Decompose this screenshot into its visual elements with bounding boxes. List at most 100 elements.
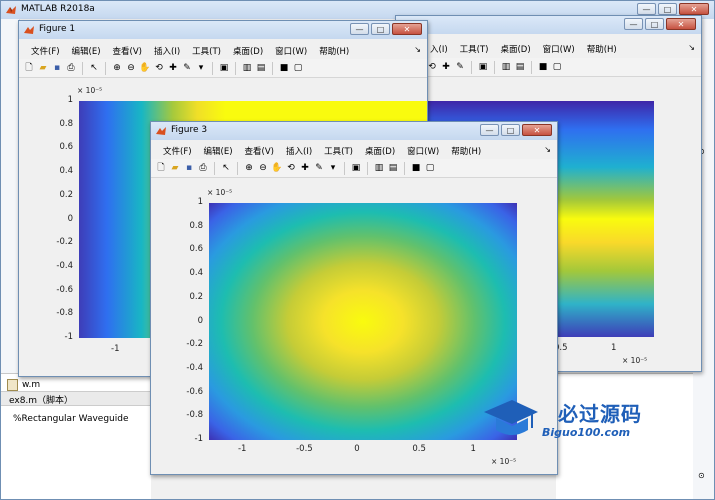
new-figure-icon[interactable]: 🗋: [23, 62, 35, 74]
colorbar-icon[interactable]: ▥: [373, 162, 385, 174]
menu-item[interactable]: 帮助(H): [581, 43, 623, 55]
menu-item[interactable]: 桌面(D): [227, 45, 269, 57]
print-icon[interactable]: ⎙: [197, 162, 209, 174]
new-figure-icon[interactable]: 🗋: [155, 162, 167, 174]
menu-item[interactable]: 插入(I): [148, 45, 186, 57]
menu-item[interactable]: 编辑(E): [198, 145, 239, 157]
fig2-close-button[interactable]: ✕: [666, 18, 696, 30]
menu-item[interactable]: 窗口(W): [537, 43, 581, 55]
link-plot-icon[interactable]: ▣: [477, 61, 489, 73]
script-label-bar: ex8.m（脚本）: [1, 391, 151, 406]
colorbar-icon[interactable]: ▥: [500, 61, 512, 73]
menu-item[interactable]: 文件(F): [25, 45, 66, 57]
link-plot-icon[interactable]: ▣: [350, 162, 362, 174]
data-cursor-icon[interactable]: ✚: [440, 61, 452, 73]
fig1-maximize-button[interactable]: □: [371, 23, 390, 35]
menu-item[interactable]: 工具(T): [454, 43, 495, 55]
maximize-button[interactable]: □: [658, 3, 677, 15]
close-button[interactable]: ✕: [679, 3, 709, 15]
hide-tools-icon[interactable]: ■: [410, 162, 422, 174]
menu-item[interactable]: 工具(T): [318, 145, 359, 157]
print-icon[interactable]: ⎙: [65, 62, 77, 74]
menu-item[interactable]: 帮助(H): [445, 145, 487, 157]
data-cursor-icon[interactable]: ✚: [167, 62, 179, 74]
rotate-icon[interactable]: ⟲: [285, 162, 297, 174]
menubar-pin-icon[interactable]: ↘: [544, 145, 551, 154]
ytick-label: 0.2: [189, 291, 203, 302]
fig3-minimize-button[interactable]: —: [480, 124, 499, 136]
figure3-menubar: 文件(F) 编辑(E) 查看(V) 插入(I) 工具(T) 桌面(D) 窗口(W) 帮助(H)…: [151, 143, 557, 158]
fig1-close-button[interactable]: ✕: [392, 23, 422, 35]
show-tools-icon[interactable]: ▢: [551, 61, 563, 73]
editor-file-name: w.m: [22, 380, 41, 390]
save-icon[interactable]: ▪: [51, 62, 63, 74]
menu-item[interactable]: 插入(I): [280, 145, 318, 157]
save-icon[interactable]: ▪: [183, 162, 195, 174]
ytick-label: 1: [67, 95, 73, 105]
brush-dropdown-icon[interactable]: ▾: [195, 62, 207, 74]
zoom-out-icon[interactable]: ⊖: [125, 62, 137, 74]
show-tools-icon[interactable]: ▢: [292, 62, 304, 74]
select-arrow-icon[interactable]: ↖: [220, 162, 232, 174]
figure1-toolbar: 🗋 ▰ ▪ ⎙ ↖ ⊕ ⊖ ✋ ⟲ ✚ ✎ ▾ ▣ ▥ ▤ ■ ▢: [19, 59, 427, 78]
figure3-logo-icon: [156, 127, 166, 135]
minimize-button[interactable]: —: [637, 3, 656, 15]
zoom-in-icon[interactable]: ⊕: [111, 62, 123, 74]
legend-icon[interactable]: ▤: [255, 62, 267, 74]
ytick-label: -0.2: [56, 237, 73, 248]
figure1-logo-icon: [24, 26, 34, 34]
open-icon[interactable]: ▰: [169, 162, 181, 174]
brush-dropdown-icon[interactable]: ▾: [327, 162, 339, 174]
zoom-out-icon[interactable]: ⊖: [257, 162, 269, 174]
fig3-maximize-button[interactable]: □: [501, 124, 520, 136]
menu-item[interactable]: 编辑(E): [66, 45, 107, 57]
menu-item[interactable]: 工具(T): [186, 45, 227, 57]
ytick-label: 0.6: [189, 244, 203, 255]
xtick-label: 1: [470, 444, 476, 454]
editor-panel: w.m ex8.m（脚本） %Rectangular Waveguide: [1, 373, 151, 499]
watermark-brand: 必过源码: [558, 402, 642, 426]
menu-item[interactable]: 桌面(D): [359, 145, 401, 157]
menu-item[interactable]: 窗口(W): [401, 145, 445, 157]
ytick-label: 0.4: [189, 268, 203, 279]
select-arrow-icon[interactable]: ↖: [88, 62, 100, 74]
hide-tools-icon[interactable]: ■: [537, 61, 549, 73]
brush-icon[interactable]: ✎: [313, 162, 325, 174]
menu-item[interactable]: 查看(V): [107, 45, 148, 57]
pan-hand-icon[interactable]: ✋: [139, 62, 151, 74]
link-plot-icon[interactable]: ▣: [218, 62, 230, 74]
fig1-minimize-button[interactable]: —: [350, 23, 369, 35]
xtick-label: 0.5: [412, 444, 426, 454]
ytick-label: 0.2: [59, 189, 73, 200]
menu-item[interactable]: 窗口(W): [269, 45, 313, 57]
rotate-icon[interactable]: ⟲: [153, 62, 165, 74]
ytick-label: -0.8: [56, 308, 73, 319]
open-icon[interactable]: ▰: [37, 62, 49, 74]
menubar-pin-icon[interactable]: ↘: [414, 45, 421, 54]
fig3-close-button[interactable]: ✕: [522, 124, 552, 136]
fig2-maximize-button[interactable]: □: [645, 18, 664, 30]
pan-hand-icon[interactable]: ✋: [271, 162, 283, 174]
ytick-label: -0.6: [186, 386, 203, 397]
fig2-x-exponent: × 10⁻⁵: [622, 356, 648, 365]
menu-item[interactable]: 桌面(D): [494, 43, 536, 55]
zoom-in-icon[interactable]: ⊕: [243, 162, 255, 174]
menu-item[interactable]: 帮助(H): [313, 45, 355, 57]
menubar-pin-icon[interactable]: ↘: [688, 43, 695, 52]
menu-item[interactable]: 文件(F): [157, 145, 198, 157]
file-tab[interactable]: w.m: [7, 379, 40, 391]
show-tools-icon[interactable]: ▢: [424, 162, 436, 174]
fig2-minimize-button[interactable]: —: [624, 18, 643, 30]
colorbar-icon[interactable]: ▥: [241, 62, 253, 74]
hide-tools-icon[interactable]: ■: [278, 62, 290, 74]
data-cursor-icon[interactable]: ✚: [299, 162, 311, 174]
menu-item[interactable]: 查看(V): [239, 145, 280, 157]
legend-icon[interactable]: ▤: [387, 162, 399, 174]
fig3-x-exponent: × 10⁻⁵: [491, 457, 517, 466]
right-expand-icon[interactable]: ⊙: [698, 471, 705, 480]
legend-icon[interactable]: ▤: [514, 61, 526, 73]
brush-icon[interactable]: ✎: [181, 62, 193, 74]
menu-item[interactable]: 入(I): [424, 43, 454, 55]
figure3-title-bar: Figure 3 — □ ✕: [151, 122, 557, 140]
brush-icon[interactable]: ✎: [454, 61, 466, 73]
